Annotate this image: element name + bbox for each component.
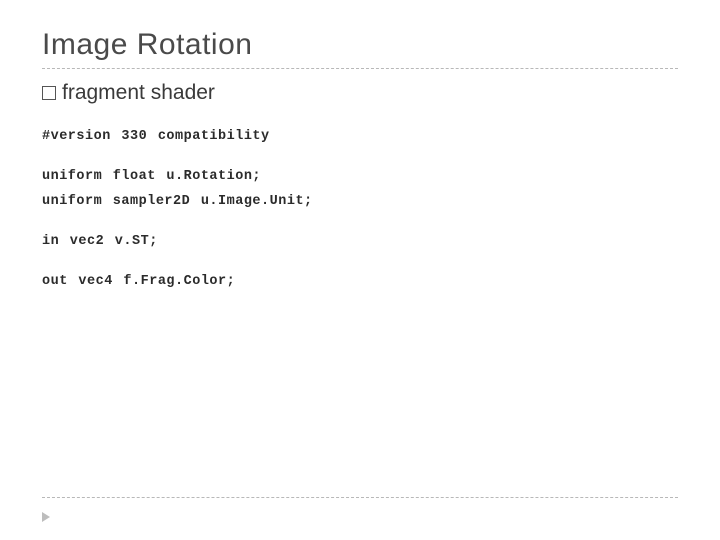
slide: Image Rotation fragment shader #version … [0,0,720,540]
play-triangle-icon [42,512,50,522]
bullet-box-icon [42,86,56,100]
code-line: #version 330 compatibility [42,127,678,147]
title-divider [42,68,678,69]
code-line: uniform float u.Rotation; [42,167,678,187]
code-line: out vec4 f.Frag.Color; [42,272,678,292]
code-line: uniform sampler2D u.Image.Unit; [42,192,678,212]
footer-divider [42,497,678,498]
code-block: #version 330 compatibility uniform float… [42,127,678,292]
code-line: in vec2 v.ST; [42,232,678,252]
slide-title: Image Rotation [42,28,678,62]
bullet-line: fragment shader [42,81,678,105]
bullet-label: fragment shader [62,81,215,105]
